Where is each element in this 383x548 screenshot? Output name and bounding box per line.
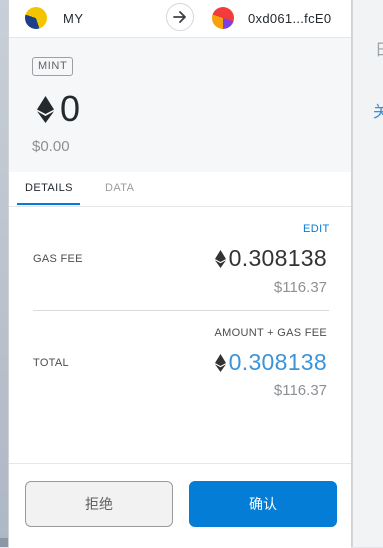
- confirm-transaction-popup: MY 0xd061...fcE0 MINT 0 $0.00 DETAILS DA…: [8, 0, 352, 548]
- tab-bar: DETAILS DATA: [9, 172, 351, 207]
- total-label: TOTAL: [33, 357, 69, 369]
- amount-plus-gas-label: AMOUNT + GAS FEE: [214, 327, 327, 339]
- sender-recipient-header: MY 0xd061...fcE0: [9, 0, 351, 38]
- edit-gas-link[interactable]: EDIT: [303, 223, 330, 235]
- amount-fiat-value: $0.00: [32, 138, 70, 155]
- background-link-fragment: 关: [373, 102, 383, 121]
- total-eth-value: 0.308138: [228, 349, 327, 375]
- ethereum-icon: [214, 249, 226, 268]
- sender-account[interactable]: MY: [25, 7, 84, 29]
- tab-data[interactable]: DATA: [105, 182, 134, 194]
- action-footer: 拒绝 确认: [9, 463, 351, 548]
- reject-button[interactable]: 拒绝: [25, 481, 173, 527]
- section-divider: [33, 310, 329, 311]
- gas-fee-fiat-value: $116.37: [273, 279, 327, 296]
- amount-display: 0: [37, 90, 80, 128]
- background-scroll-edge: [0, 538, 8, 547]
- ethereum-icon: [37, 95, 54, 123]
- recipient-address: 0xd061...fcE0: [248, 10, 332, 26]
- gas-fee-label: GAS FEE: [33, 253, 83, 265]
- total-fiat-value: $116.37: [273, 382, 327, 399]
- sender-account-name: MY: [63, 10, 84, 26]
- recipient-avatar: [212, 7, 234, 29]
- background-text-fragment: 日: [375, 36, 383, 60]
- confirm-button[interactable]: 确认: [189, 481, 337, 527]
- ethereum-icon: [214, 353, 226, 372]
- recipient-account[interactable]: 0xd061...fcE0: [212, 7, 331, 29]
- gas-fee-eth-value: 0.308138: [228, 245, 327, 271]
- total-amount: 0.308138: [214, 349, 327, 376]
- gas-fee-amount: 0.308138: [214, 245, 327, 272]
- active-tab-indicator: [17, 203, 80, 205]
- background-page-right: 日 关: [352, 0, 383, 547]
- arrow-right-icon: [166, 3, 194, 31]
- tab-details[interactable]: DETAILS: [25, 182, 73, 194]
- transaction-summary: MINT 0 $0.00: [9, 38, 351, 172]
- amount-value: 0: [60, 88, 81, 129]
- action-badge: MINT: [32, 57, 74, 76]
- sender-avatar: [25, 7, 47, 29]
- background-page-left: [0, 0, 8, 547]
